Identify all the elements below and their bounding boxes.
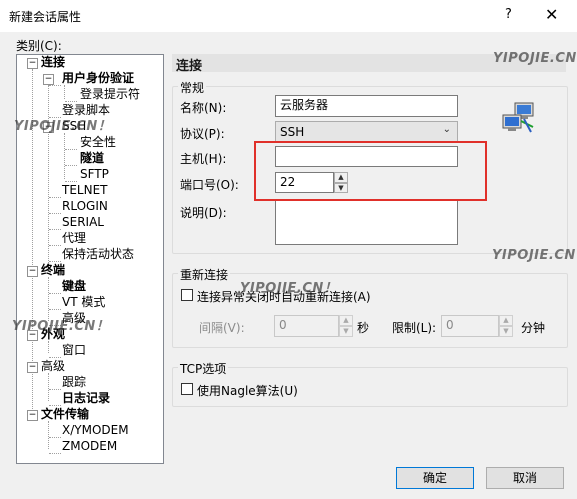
tree-item-user-auth[interactable]: 用户身份验证 [62, 71, 134, 86]
tree-item-file-transfer[interactable]: 文件传输 [41, 407, 89, 422]
tree-item-login-prompt[interactable]: 登录提示符 [80, 87, 140, 102]
panel-title: 连接 [176, 59, 203, 74]
close-icon[interactable]: ✕ [545, 5, 558, 24]
watermark: YIPOJIE.CN！ [493, 51, 577, 66]
highlight-box [254, 141, 487, 201]
ok-button[interactable]: 确定 [396, 467, 474, 489]
collapse-toggle-icon[interactable]: − [27, 266, 38, 277]
cancel-button[interactable]: 取消 [486, 467, 564, 489]
tree-item-advanced[interactable]: 高级 [41, 359, 65, 374]
title-bar: 新建会话属性 ? ✕ [0, 0, 577, 32]
tcp-group-title: TCP选项 [178, 360, 229, 377]
spin-down-icon[interactable]: ▼ [339, 326, 353, 337]
protocol-value: SSH [280, 125, 305, 139]
tree-item-serial[interactable]: SERIAL [62, 215, 104, 230]
seconds-unit: 秒 [357, 321, 370, 335]
collapse-toggle-icon[interactable]: − [27, 410, 38, 421]
watermark: YIPOJIE.CN！ [14, 119, 112, 134]
watermark: YIPOJIE.CN！ [12, 319, 110, 334]
category-label: 类别(C): [16, 39, 62, 53]
nagle-label: 使用Nagle算法(U) [197, 384, 298, 398]
tree-item-window[interactable]: 窗口 [62, 343, 86, 358]
limit-field[interactable]: 0 [441, 315, 499, 337]
network-computers-icon [502, 102, 534, 133]
description-label: 说明(D): [180, 206, 227, 220]
help-icon[interactable]: ? [505, 7, 512, 22]
watermark: YIPOJIE.CN！ [240, 281, 338, 296]
description-field[interactable] [275, 200, 458, 245]
name-label: 名称(N): [180, 101, 227, 115]
window-title: 新建会话属性 [9, 10, 82, 24]
tree-item-tunnel[interactable]: 隧道 [80, 151, 104, 166]
general-group-title: 常规 [178, 79, 207, 96]
watermark: YIPOJIE.CN！ [492, 248, 577, 263]
tree-item-vt-mode[interactable]: VT 模式 [62, 295, 105, 310]
interval-field[interactable]: 0 [274, 315, 339, 337]
tree-item-trace[interactable]: 跟踪 [62, 375, 86, 390]
tree-item-zmodem[interactable]: ZMODEM [62, 439, 117, 454]
tree-item-connection[interactable]: 连接 [41, 55, 65, 70]
collapse-toggle-icon[interactable]: − [27, 58, 38, 69]
auto-reconnect-checkbox[interactable] [181, 289, 193, 301]
tree-item-sftp[interactable]: SFTP [80, 167, 109, 182]
spin-up-icon[interactable]: ▲ [499, 315, 513, 326]
tree-item-keepalive[interactable]: 保持活动状态 [62, 247, 134, 262]
collapse-toggle-icon[interactable]: − [43, 74, 54, 85]
tree-item-xymodem[interactable]: X/YMODEM [62, 423, 129, 438]
tree-item-keyboard[interactable]: 键盘 [62, 279, 86, 294]
interval-label: 间隔(V): [199, 321, 245, 335]
tree-item-telnet[interactable]: TELNET [62, 183, 108, 198]
collapse-toggle-icon[interactable]: − [27, 362, 38, 373]
reconnect-group-title: 重新连接 [178, 266, 231, 283]
tree-item-proxy[interactable]: 代理 [62, 231, 86, 246]
name-field[interactable]: 云服务器 [275, 95, 458, 117]
port-label: 端口号(O): [180, 178, 239, 192]
minutes-unit: 分钟 [521, 321, 546, 335]
tree-item-security[interactable]: 安全性 [80, 135, 116, 150]
protocol-select[interactable]: SSH ⌄ [275, 121, 458, 143]
chevron-down-icon: ⌄ [442, 124, 451, 135]
host-label: 主机(H): [180, 152, 227, 166]
protocol-label: 协议(P): [180, 127, 225, 141]
spin-up-icon[interactable]: ▲ [339, 315, 353, 326]
tree-item-logging[interactable]: 日志记录 [62, 391, 110, 406]
spin-down-icon[interactable]: ▼ [499, 326, 513, 337]
nagle-checkbox[interactable] [181, 383, 193, 395]
limit-label: 限制(L): [392, 321, 437, 335]
tree-item-terminal[interactable]: 终端 [41, 263, 65, 278]
tree-item-rlogin[interactable]: RLOGIN [62, 199, 108, 214]
